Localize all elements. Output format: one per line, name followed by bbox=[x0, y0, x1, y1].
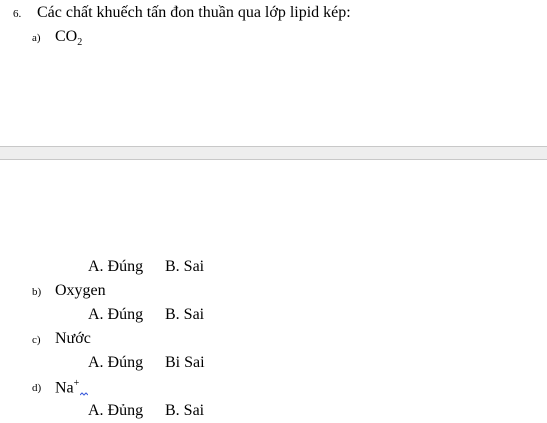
page-break bbox=[0, 146, 547, 160]
item-c-answer-false[interactable]: Bi Sai bbox=[165, 354, 205, 372]
item-a-subscript: 2 bbox=[77, 37, 83, 49]
item-d-label: d) bbox=[32, 382, 42, 394]
item-b-text: Oxygen bbox=[55, 282, 106, 299]
item-c-answer-true[interactable]: A. Đúng bbox=[88, 354, 143, 372]
item-d-text: Na+ bbox=[55, 378, 89, 397]
item-a-answer-false[interactable]: B. Sai bbox=[165, 258, 204, 276]
item-a-answer-true[interactable]: A. Đúng bbox=[88, 258, 143, 276]
question-number: 6. bbox=[13, 8, 22, 20]
item-d-superscript: + bbox=[73, 378, 80, 389]
item-b-answer-false[interactable]: B. Sai bbox=[165, 306, 204, 324]
item-c-text: Nước bbox=[55, 330, 91, 347]
item-a-label: a) bbox=[32, 32, 41, 44]
question-text: Các chất khuếch tấn đon thuần qua lớp li… bbox=[37, 4, 351, 21]
item-d-answer-false[interactable]: B. Sai bbox=[165, 402, 204, 420]
spellcheck-squiggle-icon bbox=[80, 392, 89, 397]
item-b-answer-true[interactable]: A. Đúng bbox=[88, 306, 143, 324]
item-a-text: CO2 bbox=[55, 28, 83, 49]
item-b-label: b) bbox=[32, 286, 42, 298]
item-d-answer-true[interactable]: A. Đủng bbox=[88, 402, 143, 420]
item-c-label: c) bbox=[32, 334, 41, 346]
